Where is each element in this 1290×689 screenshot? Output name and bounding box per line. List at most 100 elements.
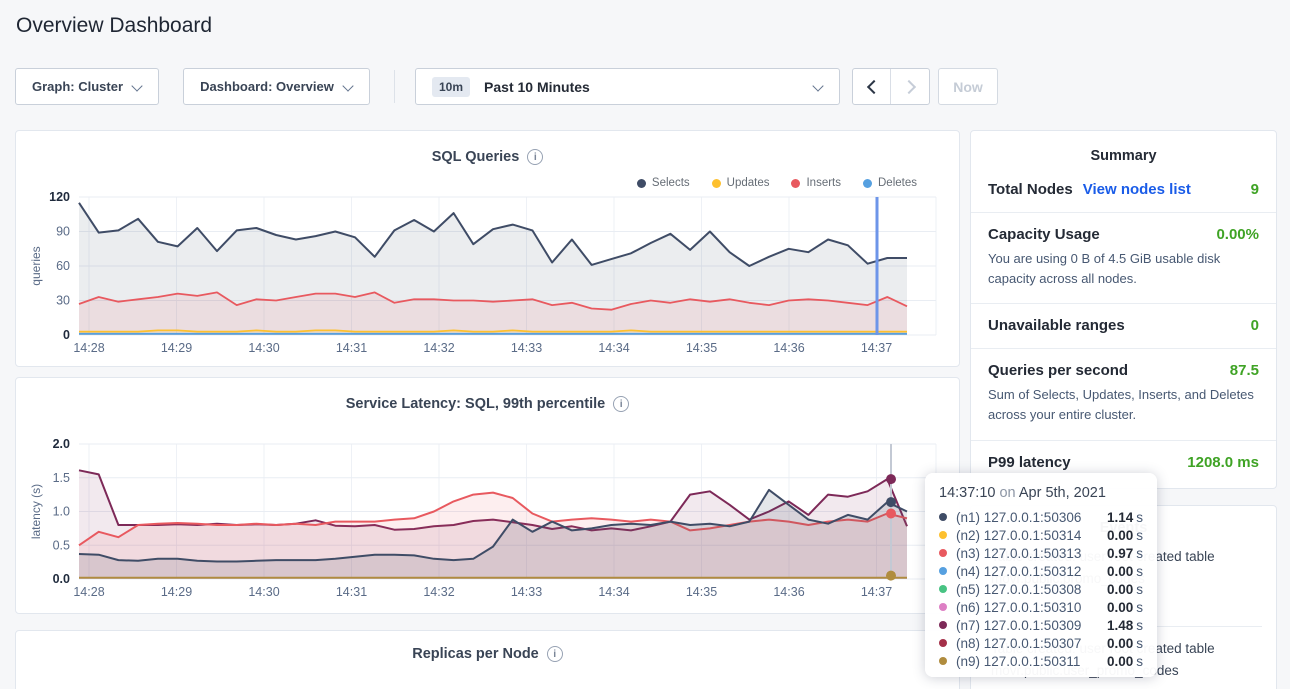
tooltip-node-row: (n8) 127.0.0.1:503070.00s	[939, 634, 1143, 652]
node-color-dot-icon	[939, 657, 947, 665]
chevron-left-icon	[867, 82, 877, 92]
tooltip-node-row: (n1) 127.0.0.1:503061.14s	[939, 508, 1143, 526]
chevron-down-icon	[133, 80, 142, 89]
tooltip-node-row: (n6) 127.0.0.1:503100.00s	[939, 598, 1143, 616]
capacity-usage-label: Capacity Usage	[988, 226, 1100, 243]
chevron-right-icon	[905, 82, 915, 92]
svg-text:14:34: 14:34	[598, 341, 629, 355]
node-color-dot-icon	[939, 531, 947, 539]
sql-queries-chart-panel: SQL Queries i SelectsUpdatesInsertsDelet…	[15, 130, 960, 367]
summary-unavailable-ranges-row: Unavailable ranges 0	[971, 304, 1276, 349]
node-color-dot-icon	[939, 621, 947, 629]
svg-text:0.0: 0.0	[53, 572, 70, 586]
svg-text:120: 120	[49, 190, 70, 204]
now-button[interactable]: Now	[938, 68, 998, 105]
sql-queries-chart-title: SQL Queries	[432, 149, 520, 165]
capacity-usage-caption: You are using 0 B of 4.5 GiB usable disk…	[988, 249, 1259, 289]
dashboard-select-dropdown[interactable]: Dashboard: Overview	[183, 68, 370, 105]
svg-text:latency (s): latency (s)	[29, 484, 43, 539]
svg-text:14:31: 14:31	[336, 341, 367, 355]
node-color-dot-icon	[939, 549, 947, 557]
sql-queries-chart-plot[interactable]: 14:28 14:29 14:30 14:31 14:32 14:33 14:34 14:35…	[16, 187, 959, 366]
service-latency-chart-panel: Service Latency: SQL, 99th percentile i …	[15, 377, 960, 614]
svg-text:14:28: 14:28	[73, 341, 104, 355]
graph-select-dropdown[interactable]: Graph: Cluster	[15, 68, 159, 105]
total-nodes-label: Total Nodes	[988, 181, 1073, 198]
time-range-badge: 10m	[432, 77, 470, 97]
view-nodes-list-link[interactable]: View nodes list	[1083, 181, 1191, 198]
svg-text:14:32: 14:32	[423, 341, 454, 355]
svg-text:14:29: 14:29	[161, 585, 192, 599]
node-color-dot-icon	[939, 585, 947, 593]
service-latency-chart-plot[interactable]: 14:28 14:29 14:30 14:31 14:32 14:33 14:34 14:35…	[16, 434, 959, 610]
info-icon[interactable]: i	[613, 396, 629, 412]
tooltip-node-row: (n4) 127.0.0.1:503120.00s	[939, 562, 1143, 580]
info-icon[interactable]: i	[547, 646, 563, 662]
replicas-per-node-chart-title: Replicas per Node	[412, 646, 539, 662]
node-color-dot-icon	[939, 567, 947, 575]
svg-text:14:35: 14:35	[686, 585, 717, 599]
svg-text:90: 90	[56, 225, 70, 239]
tooltip-node-row: (n2) 127.0.0.1:503140.00s	[939, 526, 1143, 544]
time-step-buttons	[852, 68, 930, 105]
tooltip-node-row: (n5) 127.0.0.1:503080.00s	[939, 580, 1143, 598]
page-title: Overview Dashboard	[16, 14, 212, 38]
svg-text:14:28: 14:28	[73, 585, 104, 599]
tooltip-node-list: (n1) 127.0.0.1:503061.14s(n2) 127.0.0.1:…	[939, 508, 1143, 670]
svg-text:1.0: 1.0	[53, 505, 70, 519]
svg-text:0: 0	[63, 328, 70, 342]
svg-text:14:34: 14:34	[598, 585, 629, 599]
graph-select-label: Graph: Cluster	[32, 79, 123, 94]
svg-text:14:35: 14:35	[686, 341, 717, 355]
qps-value: 87.5	[1230, 362, 1259, 379]
capacity-usage-value: 0.00%	[1216, 226, 1259, 243]
toolbar-divider	[394, 70, 395, 103]
chevron-down-icon	[344, 80, 353, 89]
svg-text:14:32: 14:32	[423, 585, 454, 599]
node-color-dot-icon	[939, 513, 947, 521]
dashboard-select-label: Dashboard: Overview	[200, 79, 334, 94]
chart-hover-tooltip: 14:37:10 on Apr 5th, 2021 (n1) 127.0.0.1…	[925, 473, 1157, 677]
svg-text:60: 60	[56, 259, 70, 273]
total-nodes-value: 9	[1251, 181, 1259, 198]
svg-text:2.0: 2.0	[53, 437, 70, 451]
node-color-dot-icon	[939, 603, 947, 611]
p99-latency-label: P99 latency	[988, 454, 1071, 471]
tooltip-timestamp: 14:37:10 on Apr 5th, 2021	[939, 485, 1143, 501]
node-color-dot-icon	[939, 639, 947, 647]
tooltip-node-row: (n9) 127.0.0.1:503110.00s	[939, 652, 1143, 670]
summary-title: Summary	[971, 131, 1276, 168]
tooltip-node-row: (n3) 127.0.0.1:503130.97s	[939, 544, 1143, 562]
time-step-forward-button[interactable]	[891, 69, 929, 104]
chevron-down-icon	[814, 80, 823, 89]
summary-total-nodes-row: Total Nodes View nodes list 9	[971, 168, 1276, 213]
svg-text:queries: queries	[29, 246, 43, 285]
time-range-label: Past 10 Minutes	[484, 79, 814, 95]
svg-text:14:31: 14:31	[336, 585, 367, 599]
svg-text:14:36: 14:36	[773, 341, 804, 355]
p99-latency-value: 1208.0 ms	[1187, 454, 1259, 471]
tooltip-node-row: (n7) 127.0.0.1:503091.48s	[939, 616, 1143, 634]
svg-text:14:30: 14:30	[248, 585, 279, 599]
svg-text:14:36: 14:36	[773, 585, 804, 599]
svg-text:30: 30	[56, 294, 70, 308]
time-step-back-button[interactable]	[853, 69, 891, 104]
service-latency-chart-title: Service Latency: SQL, 99th percentile	[346, 396, 606, 412]
qps-caption: Sum of Selects, Updates, Inserts, and De…	[988, 385, 1259, 425]
unavailable-ranges-label: Unavailable ranges	[988, 317, 1125, 334]
svg-text:14:29: 14:29	[161, 341, 192, 355]
summary-qps-row: Queries per second 87.5 Sum of Selects, …	[971, 349, 1276, 440]
svg-text:0.5: 0.5	[53, 538, 70, 552]
svg-text:14:30: 14:30	[248, 341, 279, 355]
replicas-per-node-chart-panel: Replicas per Node i	[15, 630, 960, 689]
summary-panel: Summary Total Nodes View nodes list 9 Ca…	[970, 130, 1277, 489]
svg-text:14:37: 14:37	[861, 585, 892, 599]
unavailable-ranges-value: 0	[1251, 317, 1259, 334]
summary-capacity-row: Capacity Usage 0.00% You are using 0 B o…	[971, 213, 1276, 304]
svg-text:14:33: 14:33	[511, 341, 542, 355]
svg-text:14:37: 14:37	[861, 341, 892, 355]
svg-text:1.5: 1.5	[53, 471, 70, 485]
info-icon[interactable]: i	[527, 149, 543, 165]
time-range-select[interactable]: 10m Past 10 Minutes	[415, 68, 840, 105]
svg-text:14:33: 14:33	[511, 585, 542, 599]
